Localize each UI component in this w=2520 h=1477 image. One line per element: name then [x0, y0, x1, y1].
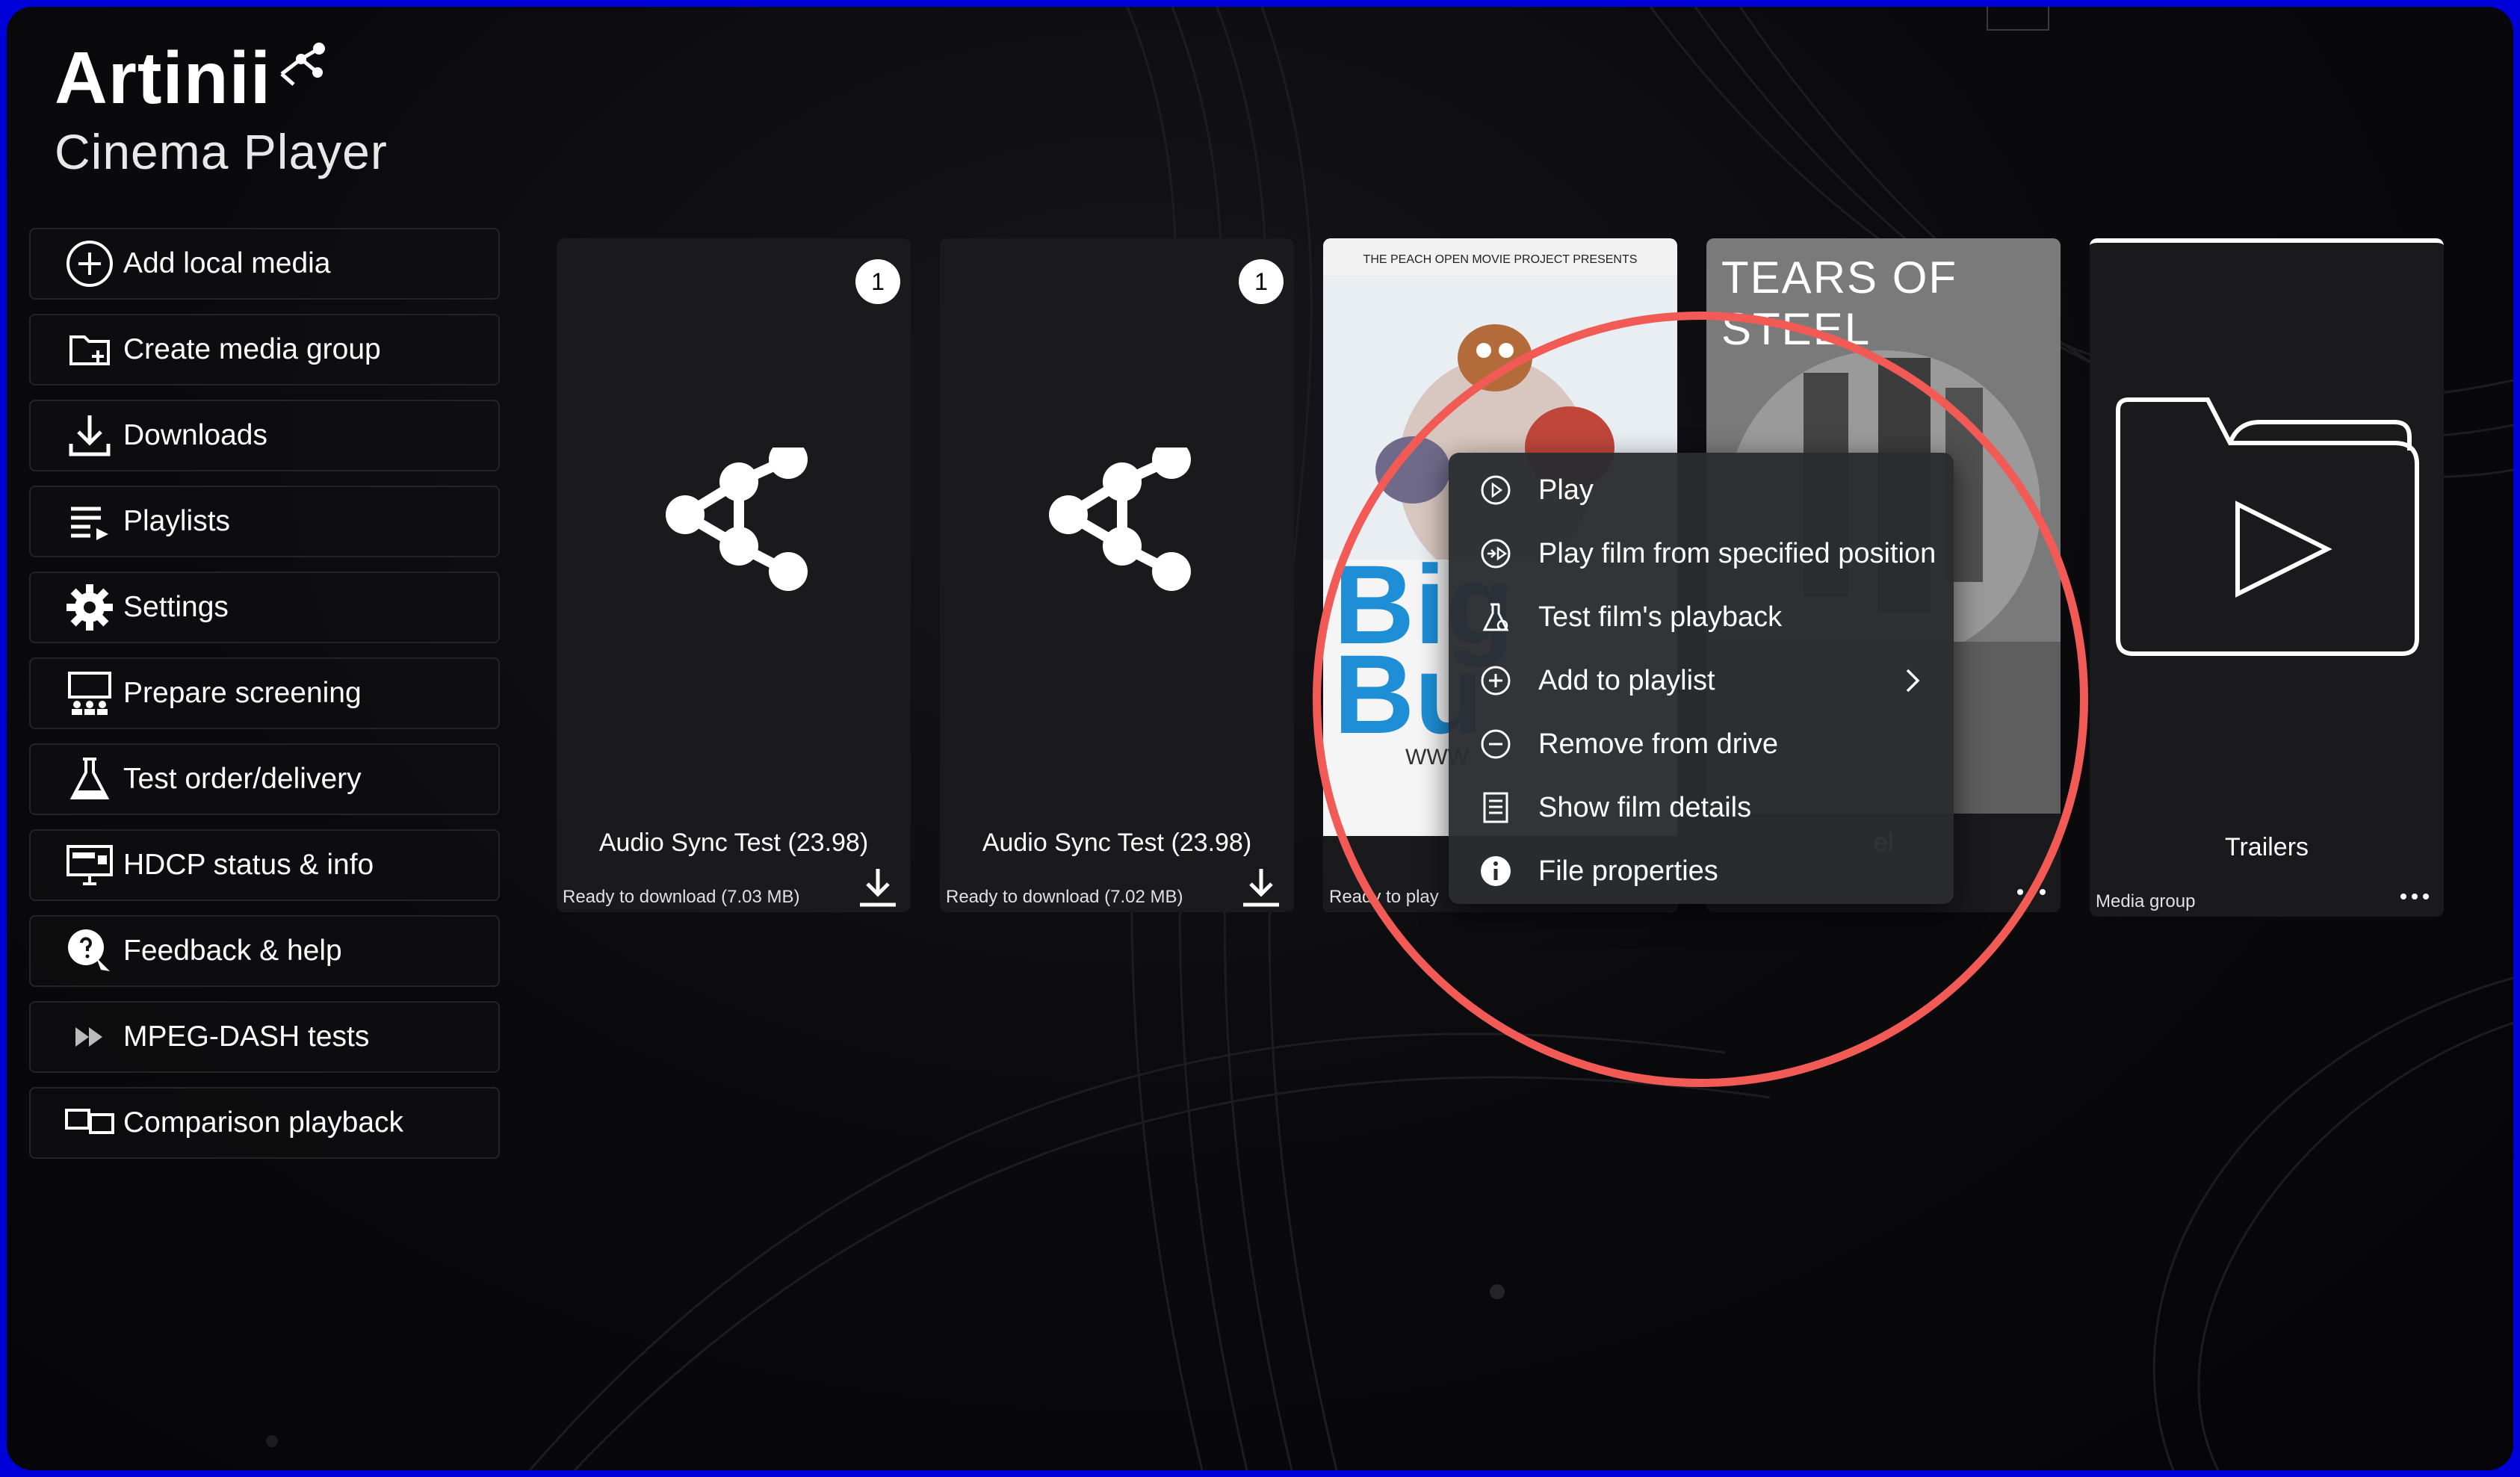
download-icon[interactable]	[855, 864, 900, 909]
menu-item-label: Test film's playback	[1538, 601, 1783, 633]
flask-test-icon	[1479, 600, 1513, 634]
details-list-icon	[1479, 790, 1513, 825]
sidebar-item-prepare-screening[interactable]: Prepare screening	[29, 657, 500, 729]
product-name: Cinema Player	[55, 124, 388, 179]
more-icon[interactable]	[2396, 885, 2433, 908]
poster-title: TEARS OF STEEL	[1721, 253, 1958, 354]
info-icon	[1479, 854, 1513, 888]
sidebar-item-label: Test order/delivery	[123, 763, 362, 795]
sidebar-item-label: Create media group	[123, 333, 381, 365]
context-menu: Play Play film from specified position T…	[1449, 453, 1954, 904]
sidebar-item-label: MPEG-DASH tests	[123, 1021, 370, 1053]
menu-item-label: Play	[1538, 474, 1594, 506]
media-card[interactable]: 1 Audio Sync Test (23.98) Ready to downl…	[557, 238, 911, 912]
sidebar-item-mpeg-dash-tests[interactable]: MPEG-DASH tests	[29, 1001, 500, 1073]
media-card-trailers[interactable]: Trailers Media group	[2090, 238, 2444, 917]
sidebar-item-create-media-group[interactable]: Create media group	[29, 314, 500, 385]
card-title: Audio Sync Test (23.98)	[598, 829, 869, 857]
card-status: Ready to download (7.02 MB)	[946, 887, 1183, 907]
app-logo: Artinii Cinema Player	[55, 37, 388, 182]
sidebar-item-label: Add local media	[123, 247, 331, 279]
help-chat-icon	[61, 925, 119, 977]
sidebar-item-downloads[interactable]: Downloads	[29, 400, 500, 471]
screening-icon	[61, 667, 119, 719]
folder-play-icon	[2116, 397, 2419, 656]
menu-item-file-properties[interactable]: File properties	[1449, 841, 1954, 901]
media-card[interactable]: 1 Audio Sync Test (23.98) Ready to downl…	[940, 238, 1294, 912]
remove-circle-icon	[1479, 727, 1513, 761]
sidebar-item-label: Settings	[123, 591, 229, 623]
app-window: Artinii Cinema Player Add local media Cr…	[7, 7, 2513, 1470]
card-status: Media group	[2096, 891, 2196, 911]
download-icon[interactable]	[1239, 864, 1284, 909]
menu-item-label: Remove from drive	[1538, 728, 1778, 760]
window-drag-handle[interactable]	[1987, 7, 2049, 31]
sidebar: Add local media Create media group Downl…	[29, 228, 500, 1173]
sidebar-item-settings[interactable]: Settings	[29, 572, 500, 643]
download-icon	[61, 409, 119, 462]
menu-item-label: Add to playlist	[1538, 664, 1715, 696]
flask-icon	[61, 753, 119, 805]
share-icon	[666, 448, 808, 591]
card-title: Trailers	[2224, 833, 2309, 861]
playlist-icon	[61, 495, 119, 548]
play-position-icon	[1479, 536, 1513, 571]
count-badge: 1	[1239, 259, 1284, 304]
menu-item-add-to-playlist[interactable]: Add to playlist	[1449, 651, 1954, 710]
add-circle-icon	[61, 238, 119, 290]
folder-add-icon	[61, 323, 119, 376]
chevron-right-icon	[1906, 669, 1920, 693]
menu-item-test-playback[interactable]: Test film's playback	[1449, 587, 1954, 647]
more-icon[interactable]	[2013, 881, 2050, 903]
sidebar-item-test-order-delivery[interactable]: Test order/delivery	[29, 743, 500, 815]
play-circle-icon	[1479, 473, 1513, 507]
menu-item-label: File properties	[1538, 855, 1718, 887]
sidebar-item-label: HDCP status & info	[123, 849, 374, 881]
card-title: Audio Sync Test (23.98)	[982, 829, 1252, 857]
card-status: Ready to play	[1329, 887, 1439, 907]
menu-item-play-from-position[interactable]: Play film from specified position	[1449, 524, 1954, 583]
menu-item-label: Show film details	[1538, 791, 1752, 823]
menu-item-play[interactable]: Play	[1449, 460, 1954, 520]
sidebar-item-label: Comparison playback	[123, 1106, 404, 1139]
sidebar-item-label: Prepare screening	[123, 677, 362, 709]
brand-name: Artinii	[55, 37, 272, 119]
fast-forward-icon	[61, 1011, 119, 1063]
logo-network-icon	[280, 43, 325, 86]
sidebar-item-label: Downloads	[123, 419, 267, 451]
sidebar-item-label: Feedback & help	[123, 935, 342, 967]
menu-item-remove-from-drive[interactable]: Remove from drive	[1449, 714, 1954, 774]
menu-item-show-film-details[interactable]: Show film details	[1449, 778, 1954, 837]
dual-screen-icon	[61, 1097, 119, 1149]
sidebar-item-label: Playlists	[123, 505, 231, 537]
gear-icon	[61, 581, 119, 634]
card-status: Ready to download (7.03 MB)	[563, 887, 800, 907]
sidebar-item-add-local-media[interactable]: Add local media	[29, 228, 500, 300]
sidebar-item-feedback-help[interactable]: Feedback & help	[29, 915, 500, 987]
add-circle-icon	[1479, 663, 1513, 698]
hdcp-monitor-icon	[61, 839, 119, 891]
share-icon	[1049, 448, 1191, 591]
menu-item-label: Play film from specified position	[1538, 537, 1937, 569]
sidebar-item-comparison-playback[interactable]: Comparison playback	[29, 1087, 500, 1159]
poster-header: THE PEACH OPEN MOVIE PROJECT PRESENTS	[1363, 253, 1638, 266]
sidebar-item-playlists[interactable]: Playlists	[29, 486, 500, 557]
count-badge: 1	[855, 259, 900, 304]
sidebar-item-hdcp-status[interactable]: HDCP status & info	[29, 829, 500, 901]
